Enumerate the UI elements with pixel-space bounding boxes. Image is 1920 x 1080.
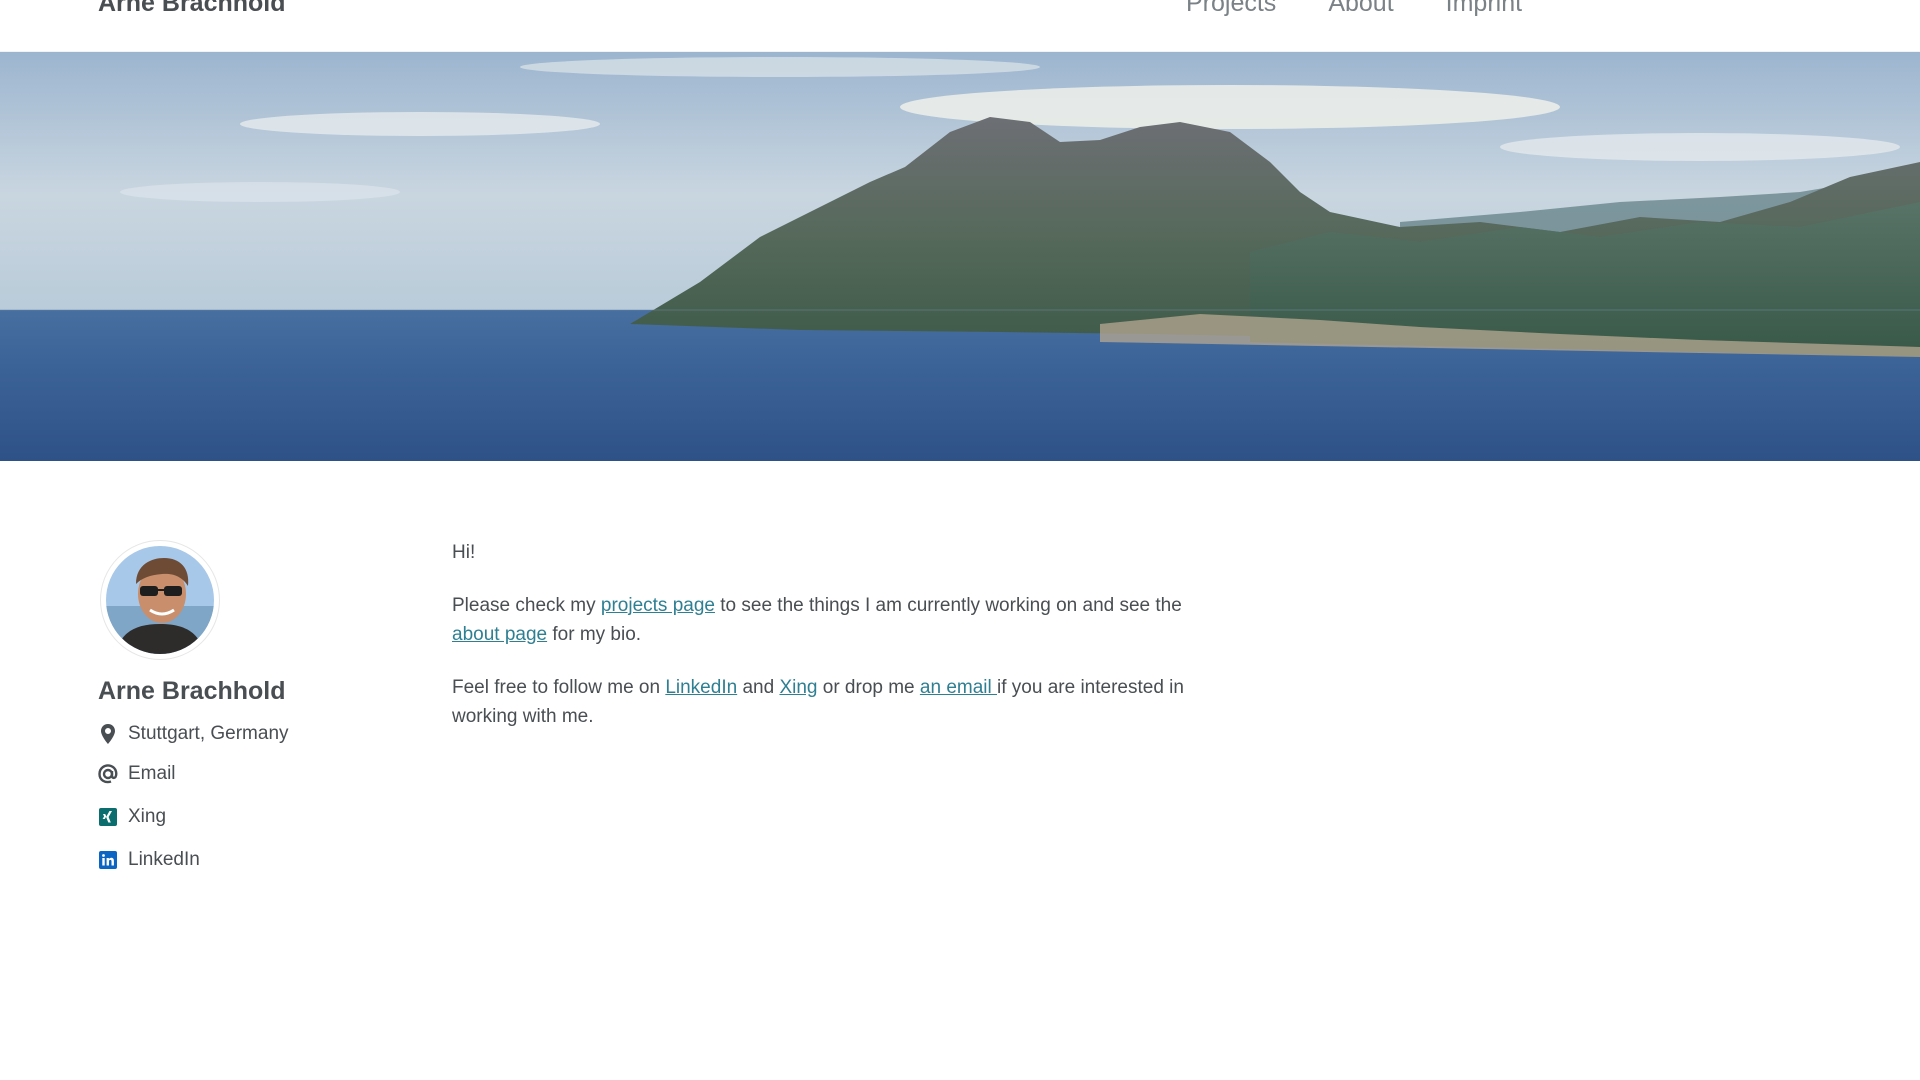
nav-about-link[interactable]: About — [1328, 0, 1393, 18]
author-links-list: Stuttgart, Germany Email Xing LinkedIn — [98, 723, 398, 871]
projects-page-link[interactable]: projects page — [601, 595, 715, 616]
contact-text-3: or drop me — [817, 677, 920, 698]
author-email-text[interactable]: Email — [128, 763, 176, 785]
contact-text-2: and — [737, 677, 780, 698]
intro-text-1: Please check my — [452, 595, 601, 616]
nav-projects-link[interactable]: Projects — [1186, 0, 1276, 18]
contact-paragraph: Feel free to follow me on LinkedIn and X… — [452, 673, 1222, 731]
about-page-link[interactable]: about page — [452, 624, 547, 645]
site-title-link[interactable]: Arne Brachhold — [98, 0, 286, 18]
intro-text-2: to see the things I am currently working… — [714, 595, 1182, 616]
author-location: Stuttgart, Germany — [98, 723, 398, 745]
at-sign-icon — [98, 764, 118, 784]
intro-text-3: for my bio. — [547, 624, 642, 645]
greeting-paragraph: Hi! — [452, 542, 476, 563]
author-profile: Arne Brachhold Stuttgart, Germany Email … — [98, 540, 398, 891]
xing-icon — [98, 807, 118, 827]
contact-text-1: Feel free to follow me on — [452, 677, 666, 698]
linkedin-icon — [98, 850, 118, 870]
linkedin-inline-link[interactable]: LinkedIn — [665, 677, 737, 698]
email-inline-link[interactable]: an email — [920, 677, 997, 698]
author-linkedin-text[interactable]: LinkedIn — [128, 849, 200, 871]
page-content: Hi! Please check my projects page to see… — [452, 538, 1222, 755]
author-name: Arne Brachhold — [98, 677, 286, 705]
coastline-landscape-image — [0, 52, 1920, 461]
xing-inline-link[interactable]: Xing — [779, 677, 817, 698]
author-xing-link[interactable]: Xing — [98, 806, 398, 828]
location-pin-icon — [98, 724, 118, 744]
author-xing-text[interactable]: Xing — [128, 806, 166, 828]
author-linkedin-link[interactable]: LinkedIn — [98, 849, 398, 871]
intro-paragraph: Please check my projects page to see the… — [452, 591, 1222, 649]
nav-imprint-link[interactable]: Imprint — [1446, 0, 1522, 18]
main-nav: Projects About Imprint — [1186, 0, 1574, 18]
author-photo — [106, 546, 214, 654]
author-avatar — [100, 540, 220, 660]
masthead: Arne Brachhold Projects About Imprint — [0, 0, 1920, 52]
author-location-text: Stuttgart, Germany — [128, 723, 289, 744]
hero-image — [0, 52, 1920, 461]
author-email-link[interactable]: Email — [98, 763, 398, 785]
